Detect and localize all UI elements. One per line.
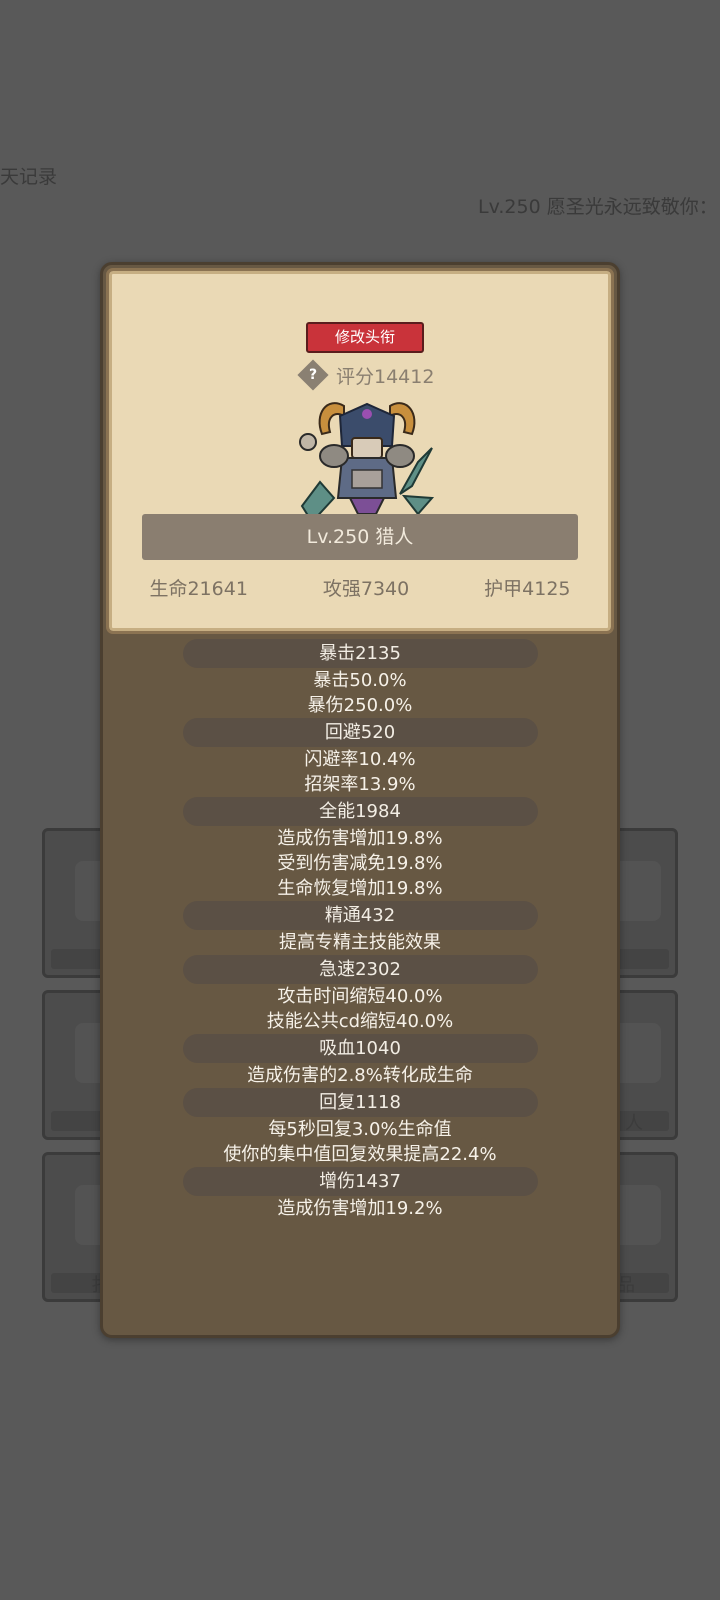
attr-line: 造成伤害增加19.2% [277, 1198, 443, 1219]
armor-stat: 护甲4125 [484, 578, 571, 600]
score-row: ? 评分14412 [297, 359, 435, 391]
attr-header-avoidance: 回避520 [182, 718, 538, 747]
character-card: 修改头衔 ? 评分14412 Lv.250 猎人 生命21641 攻强7340 … [106, 268, 614, 634]
attack-power-stat: 攻强7340 [322, 578, 410, 600]
attr-line: 受到伤害减免19.8% [277, 853, 443, 874]
attr-header-haste: 急速2302 [182, 955, 538, 984]
attr-header-lifesteal: 吸血1040 [182, 1034, 538, 1063]
attr-header-crit: 暴击2135 [182, 639, 538, 668]
character-info-dialog: 修改头衔 ? 评分14412 Lv.250 猎人 生命21641 攻强7340 … [100, 262, 620, 1338]
attr-header-versatility: 全能1984 [182, 797, 538, 826]
attribute-list: 暴击2135 暴击50.0% 暴伤250.0% 回避520 闪避率10.4% 招… [103, 639, 617, 1221]
hunter-character-sprite [299, 402, 435, 524]
score-value: 评分14412 [336, 365, 435, 388]
change-title-button[interactable]: 修改头衔 [306, 322, 424, 353]
attr-line: 闪避率10.4% [304, 749, 416, 770]
attr-line: 造成伤害的2.8%转化成生命 [247, 1065, 473, 1086]
base-stats-row: 生命21641 攻强7340 护甲4125 [112, 574, 608, 604]
bg-slot-label: 人 [625, 1113, 643, 1134]
attr-line: 造成伤害增加19.8% [277, 828, 443, 849]
attr-header-regen: 回复1118 [182, 1088, 538, 1117]
health-stat: 生命21641 [149, 578, 248, 600]
attr-line: 招架率13.9% [304, 774, 416, 795]
attr-line: 使你的集中值回复效果提高22.4% [223, 1144, 497, 1165]
attr-line: 攻击时间缩短40.0% [277, 986, 443, 1007]
attr-header-mastery: 精通432 [182, 901, 538, 930]
bg-fragment-right: Lv.250 愿圣光永远致敬你： [478, 196, 718, 218]
attr-line: 生命恢复增加19.8% [277, 878, 443, 899]
attr-line: 暴伤250.0% [307, 695, 413, 716]
attr-line: 技能公共cd缩短40.0% [266, 1011, 454, 1032]
attr-line: 暴击50.0% [313, 670, 407, 691]
bg-fragment-left: 天记录 [0, 166, 58, 188]
attr-line: 每5秒回复3.0%生命值 [268, 1119, 452, 1140]
attr-header-damage-bonus: 增伤1437 [182, 1167, 538, 1196]
attr-line: 提高专精主技能效果 [279, 932, 441, 953]
hero-name-bar: Lv.250 猎人 [142, 514, 578, 560]
